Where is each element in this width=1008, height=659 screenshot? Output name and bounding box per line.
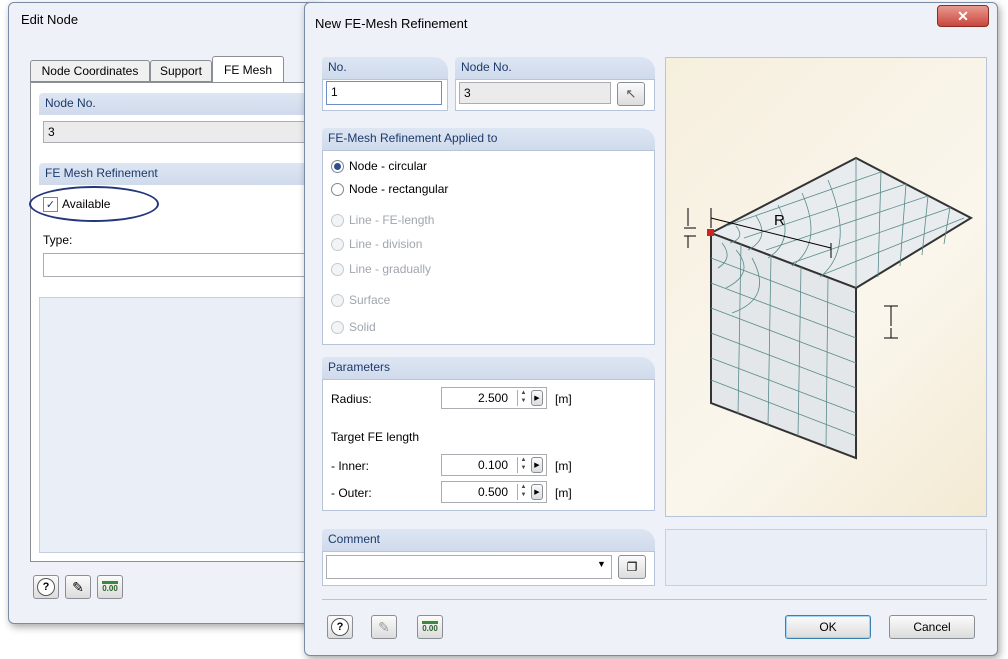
option-surface-label: Surface (349, 293, 391, 307)
footer-divider (322, 599, 987, 600)
comment-dropdown-icon[interactable]: ▼ (597, 559, 606, 569)
radius-marker-label: R (774, 212, 785, 229)
edit-node-title: Edit Node (21, 12, 79, 27)
option-line-division-label: Line - division (349, 237, 423, 251)
edit-node-window: Edit Node Node Coordinates Support FE Me… (8, 2, 329, 624)
option-line-fe-length-label: Line - FE-length (349, 213, 435, 227)
option-line-gradually-label: Line - gradually (349, 262, 432, 276)
radio-line-division (331, 237, 344, 251)
dialog-help-button[interactable]: ? (327, 615, 353, 639)
units-decimal-icon: 0.00 (422, 621, 438, 633)
node-no-field: 3 (43, 121, 323, 143)
comment-input[interactable] (326, 555, 612, 579)
radio-line-gradually (331, 262, 344, 276)
applied-to-panel: Node - circular Node - rectangular Line … (322, 150, 655, 345)
no-input[interactable]: 1 (326, 81, 442, 105)
stacked-windows-icon: ❐ (626, 560, 638, 574)
cancel-button-label: Cancel (913, 620, 951, 634)
dialog-title: New FE-Mesh Refinement (315, 16, 468, 31)
tab-fe-mesh[interactable]: FE Mesh (212, 56, 284, 83)
illustration-panel: R (665, 57, 987, 517)
notepad-icon: ✎ (378, 618, 390, 635)
tab-support[interactable]: Support (150, 60, 212, 82)
target-fe-length-label: Target FE length (331, 430, 420, 444)
radio-node-circular[interactable] (331, 159, 344, 173)
ok-button-label: OK (819, 620, 837, 634)
parameters-panel: Radius: 2.500 ▲ ▼ ▶ [m] Target FE length … (322, 379, 655, 511)
edit-node-tabs: Node Coordinates Support FE Mesh (30, 56, 310, 83)
node-no-header-dialog: Node No. (455, 57, 655, 79)
outer-value: 0.500 (477, 485, 508, 499)
type-label: Type: (43, 233, 73, 247)
cancel-button[interactable]: Cancel (889, 615, 975, 639)
highlight-ellipse (29, 186, 159, 222)
fe-mesh-refinement-dialog: New FE-Mesh Refinement ✕ No. 1 Node No. … (304, 2, 998, 656)
tab-fe-mesh-label: FE Mesh (223, 63, 272, 77)
cursor-pick-icon: ↖ (625, 86, 637, 101)
radio-solid (331, 320, 344, 334)
inner-value: 0.100 (477, 458, 508, 472)
type-field[interactable] (43, 253, 323, 277)
inner-unit: [m] (555, 459, 572, 473)
notepad-icon: ✎ (72, 578, 84, 595)
node-no-header: Node No. (39, 93, 329, 115)
no-header: No. (322, 57, 448, 79)
radio-surface (331, 293, 344, 307)
radius-value: 2.500 (477, 391, 508, 405)
close-button[interactable]: ✕ (937, 5, 989, 27)
radio-line-fe-length (331, 213, 344, 227)
tab-node-coordinates[interactable]: Node Coordinates (30, 60, 150, 82)
help-icon: ? (331, 618, 349, 636)
radius-label: Radius: (331, 392, 372, 406)
tab-support-label: Support (159, 64, 203, 78)
units-button[interactable]: 0.00 (97, 575, 123, 599)
units-decimal-icon: 0.00 (102, 581, 118, 593)
fe-mesh-tab-panel: Node No. 3 FE Mesh Refinement ✓ Availabl… (29, 82, 329, 562)
option-line-division: Line - division (331, 237, 422, 251)
radius-spinner[interactable]: ▲ ▼ (517, 390, 529, 406)
close-icon: ✕ (957, 7, 969, 24)
ok-button[interactable]: OK (785, 615, 871, 639)
radio-node-rectangular[interactable] (331, 182, 344, 196)
lower-empty-area (39, 297, 329, 553)
inner-label: - Inner: (331, 459, 370, 473)
radius-arrow-button[interactable]: ▶ (531, 390, 543, 406)
help-icon: ? (37, 578, 55, 596)
option-solid-label: Solid (349, 320, 376, 334)
fe-mesh-refinement-header: FE Mesh Refinement (39, 163, 329, 185)
outer-arrow-button[interactable]: ▶ (531, 484, 543, 500)
tab-node-coordinates-label: Node Coordinates (41, 64, 139, 78)
option-line-gradually: Line - gradually (331, 262, 431, 276)
outer-label: - Outer: (331, 486, 372, 500)
node-no-input: 3 (459, 82, 611, 104)
option-surface: Surface (331, 293, 390, 307)
inner-arrow-button[interactable]: ▶ (531, 457, 543, 473)
parameters-header: Parameters (322, 357, 655, 379)
edit-notes-button[interactable]: ✎ (65, 575, 91, 599)
option-node-rectangular[interactable]: Node - rectangular (331, 182, 448, 196)
outer-spinner[interactable]: ▲ ▼ (517, 484, 529, 500)
comment-side-area (665, 529, 987, 586)
inner-spinner[interactable]: ▲ ▼ (517, 457, 529, 473)
comment-header: Comment (322, 529, 655, 551)
dialog-edit-notes-button[interactable]: ✎ (371, 615, 397, 639)
option-node-circular[interactable]: Node - circular (331, 159, 427, 173)
option-solid: Solid (331, 320, 376, 334)
applied-to-header: FE-Mesh Refinement Applied to (322, 128, 655, 150)
option-node-circular-label: Node - circular (349, 159, 428, 173)
comment-library-button[interactable]: ❐ (618, 555, 646, 579)
pick-node-button[interactable]: ↖ (617, 82, 645, 106)
option-node-rectangular-label: Node - rectangular (349, 182, 449, 196)
radius-unit: [m] (555, 392, 572, 406)
option-line-fe-length: Line - FE-length (331, 213, 434, 227)
help-button[interactable]: ? (33, 575, 59, 599)
dialog-units-button[interactable]: 0.00 (417, 615, 443, 639)
mesh-refinement-diagram: R (684, 156, 974, 460)
outer-unit: [m] (555, 486, 572, 500)
